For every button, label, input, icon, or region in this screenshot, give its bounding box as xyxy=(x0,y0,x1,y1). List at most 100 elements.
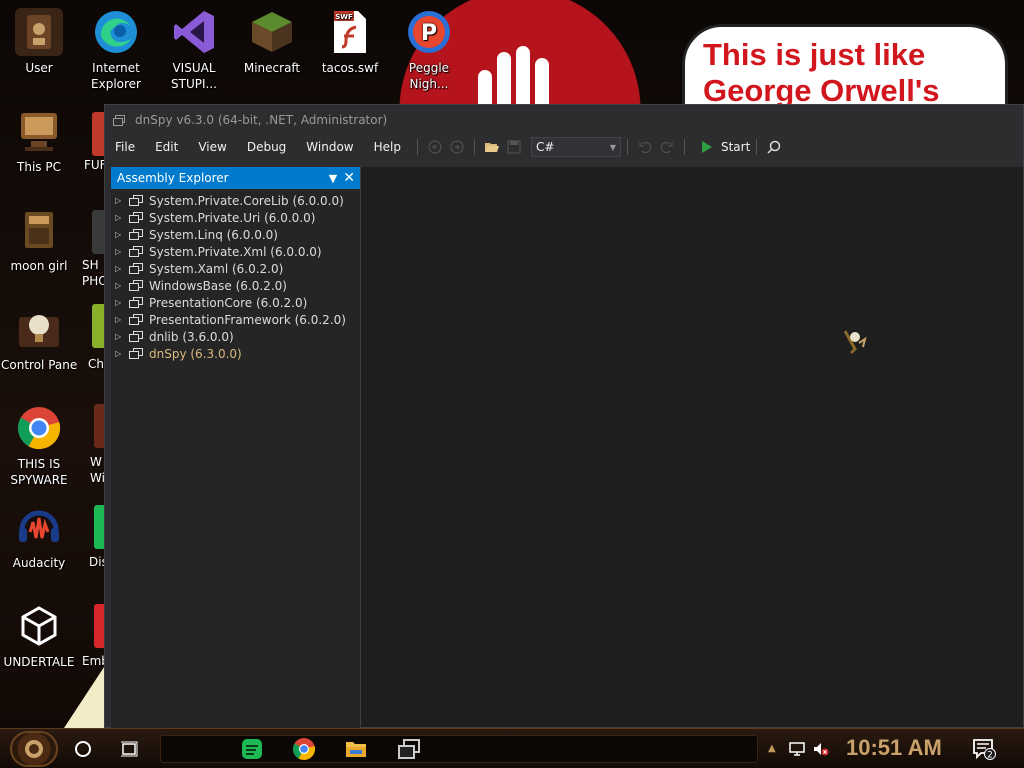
desktop-icon-audacity[interactable]: Audacity xyxy=(1,503,77,571)
dnspy-icon[interactable] xyxy=(397,737,421,761)
assembly-icon xyxy=(129,211,143,223)
chevron-down-icon: ▼ xyxy=(609,142,616,152)
assembly-tree-item[interactable]: ▷ PresentationFramework (6.0.2.0) xyxy=(111,311,360,328)
desktop-icon-peggle[interactable]: P Peggle Nigh... xyxy=(391,8,467,92)
assembly-icon xyxy=(129,313,143,325)
task-view-icon[interactable] xyxy=(120,739,140,759)
chrome-icon xyxy=(15,404,63,452)
desktop-icon-this-pc[interactable]: This PC xyxy=(1,107,77,175)
search-button[interactable] xyxy=(765,138,783,156)
assembly-icon xyxy=(129,279,143,291)
toolbar-separator xyxy=(626,139,628,155)
desktop-icon-visual-studio[interactable]: VISUAL STUPI... xyxy=(156,8,232,92)
folder-icon xyxy=(15,206,63,254)
expand-arrow-icon[interactable]: ▷ xyxy=(115,298,125,307)
start-orb-icon xyxy=(25,740,43,758)
taskbar: ▲ 10:51 AM 2 xyxy=(0,728,1024,768)
notification-center-icon[interactable]: 2 xyxy=(972,737,996,761)
menu-debug[interactable]: Debug xyxy=(237,135,296,159)
redo-icon xyxy=(660,142,673,153)
assembly-icon xyxy=(129,194,143,206)
expand-arrow-icon[interactable]: ▷ xyxy=(115,196,125,205)
tray-chevron-icon[interactable]: ▲ xyxy=(768,743,776,754)
network-icon[interactable] xyxy=(789,741,805,757)
chrome-icon[interactable] xyxy=(292,737,316,761)
desktop-icon-moon-girl[interactable]: moon girl xyxy=(1,206,77,274)
undo-button[interactable] xyxy=(636,138,654,156)
play-icon xyxy=(701,141,712,153)
search-icon xyxy=(767,140,781,154)
menu-window[interactable]: Window xyxy=(296,135,363,159)
cortana-icon[interactable] xyxy=(73,739,93,759)
language-select[interactable]: C# ▼ xyxy=(530,137,621,157)
file-explorer-icon[interactable] xyxy=(344,737,368,761)
assembly-tree-item[interactable]: ▷ PresentationCore (6.0.2.0) xyxy=(111,294,360,311)
desktop-icon-control-panel[interactable]: Control Panel xyxy=(1,305,77,373)
chevron-down-icon[interactable]: ▼ xyxy=(329,172,337,185)
assembly-name: WindowsBase (6.0.2.0) xyxy=(149,278,287,293)
window-titlebar[interactable]: dnSpy v6.3.0 (64-bit, .NET, Administrato… xyxy=(105,105,1023,135)
busy-cursor-icon xyxy=(843,330,867,355)
desktop-icon-internet-explorer[interactable]: Internet Explorer xyxy=(78,8,154,92)
menu-edit[interactable]: Edit xyxy=(145,135,188,159)
notification-count: 2 xyxy=(987,751,993,761)
open-button[interactable] xyxy=(483,138,501,156)
start-debugging-button[interactable]: Start xyxy=(701,140,750,154)
spotify-icon[interactable] xyxy=(240,737,264,761)
document-area xyxy=(361,167,1023,727)
menu-file[interactable]: File xyxy=(105,135,145,159)
stop-hand-graphic xyxy=(470,40,560,104)
audacity-icon xyxy=(15,503,63,551)
assembly-tree-item[interactable]: ▷ System.Xaml (6.0.2.0) xyxy=(111,260,360,277)
edge-icon xyxy=(92,8,140,56)
desktop-icon-user[interactable]: User xyxy=(1,8,77,76)
menu-help[interactable]: Help xyxy=(364,135,411,159)
expand-arrow-icon[interactable]: ▷ xyxy=(115,332,125,341)
expand-arrow-icon[interactable]: ▷ xyxy=(115,315,125,324)
desktop-icon-minecraft[interactable]: Minecraft xyxy=(234,8,310,76)
window-title: dnSpy v6.3.0 (64-bit, .NET, Administrato… xyxy=(135,113,388,127)
assembly-tree-item[interactable]: ▷ System.Linq (6.0.0.0) xyxy=(111,226,360,243)
navigate-forward-button[interactable] xyxy=(448,138,466,156)
start-button[interactable] xyxy=(10,731,58,767)
volume-muted-icon[interactable] xyxy=(813,741,829,757)
assembly-icon xyxy=(129,330,143,342)
redo-button[interactable] xyxy=(658,138,676,156)
toolbar-separator xyxy=(756,139,758,155)
navigate-back-button[interactable] xyxy=(426,138,444,156)
save-button[interactable] xyxy=(505,138,523,156)
expand-arrow-icon[interactable]: ▷ xyxy=(115,247,125,256)
open-folder-icon xyxy=(484,143,499,152)
desktop-icon-tacos-swf[interactable]: SWF tacos.swf xyxy=(312,8,388,76)
toolbar-separator xyxy=(416,139,418,155)
desktop-icon-undertale[interactable]: UNDERTALE xyxy=(1,602,77,670)
assembly-name: dnSpy (6.3.0.0) xyxy=(149,346,242,361)
expand-arrow-icon[interactable]: ▷ xyxy=(115,349,125,358)
assembly-tree-item[interactable]: ▷ dnSpy (6.3.0.0) xyxy=(111,345,360,362)
close-icon[interactable]: ✕ xyxy=(343,170,355,186)
clock[interactable]: 10:51 AM xyxy=(846,735,942,761)
assembly-icon xyxy=(129,262,143,274)
assembly-tree-item[interactable]: ▷ System.Private.CoreLib (6.0.0.0) xyxy=(111,192,360,209)
assembly-tree-item[interactable]: ▷ System.Private.Xml (6.0.0.0) xyxy=(111,243,360,260)
desktop-icon-this-is-spyware[interactable]: THIS IS SPYWARE xyxy=(1,404,77,488)
unity-icon xyxy=(15,602,63,650)
user-folder-icon xyxy=(15,8,63,56)
assembly-tree-item[interactable]: ▷ WindowsBase (6.0.2.0) xyxy=(111,277,360,294)
assembly-name: System.Private.Uri (6.0.0.0) xyxy=(149,210,316,225)
assembly-tree-item[interactable]: ▷ System.Private.Uri (6.0.0.0) xyxy=(111,209,360,226)
assembly-tree-item[interactable]: ▷ dnlib (3.6.0.0) xyxy=(111,328,360,345)
partial-label-4: W Wi xyxy=(90,455,105,485)
assembly-icon xyxy=(129,245,143,257)
menu-view[interactable]: View xyxy=(188,135,236,159)
assembly-explorer-header[interactable]: Assembly Explorer ▼ ✕ xyxy=(111,167,360,189)
expand-arrow-icon[interactable]: ▷ xyxy=(115,281,125,290)
expand-arrow-icon[interactable]: ▷ xyxy=(115,230,125,239)
toolbar-separator xyxy=(473,139,475,155)
assembly-name: System.Private.CoreLib (6.0.0.0) xyxy=(149,193,344,208)
language-value: C# xyxy=(535,140,555,154)
expand-arrow-icon[interactable]: ▷ xyxy=(115,213,125,222)
dnspy-window: dnSpy v6.3.0 (64-bit, .NET, Administrato… xyxy=(104,104,1024,729)
menu-toolbar: File Edit View Debug Window Help C# ▼ St… xyxy=(105,133,1023,161)
expand-arrow-icon[interactable]: ▷ xyxy=(115,264,125,273)
